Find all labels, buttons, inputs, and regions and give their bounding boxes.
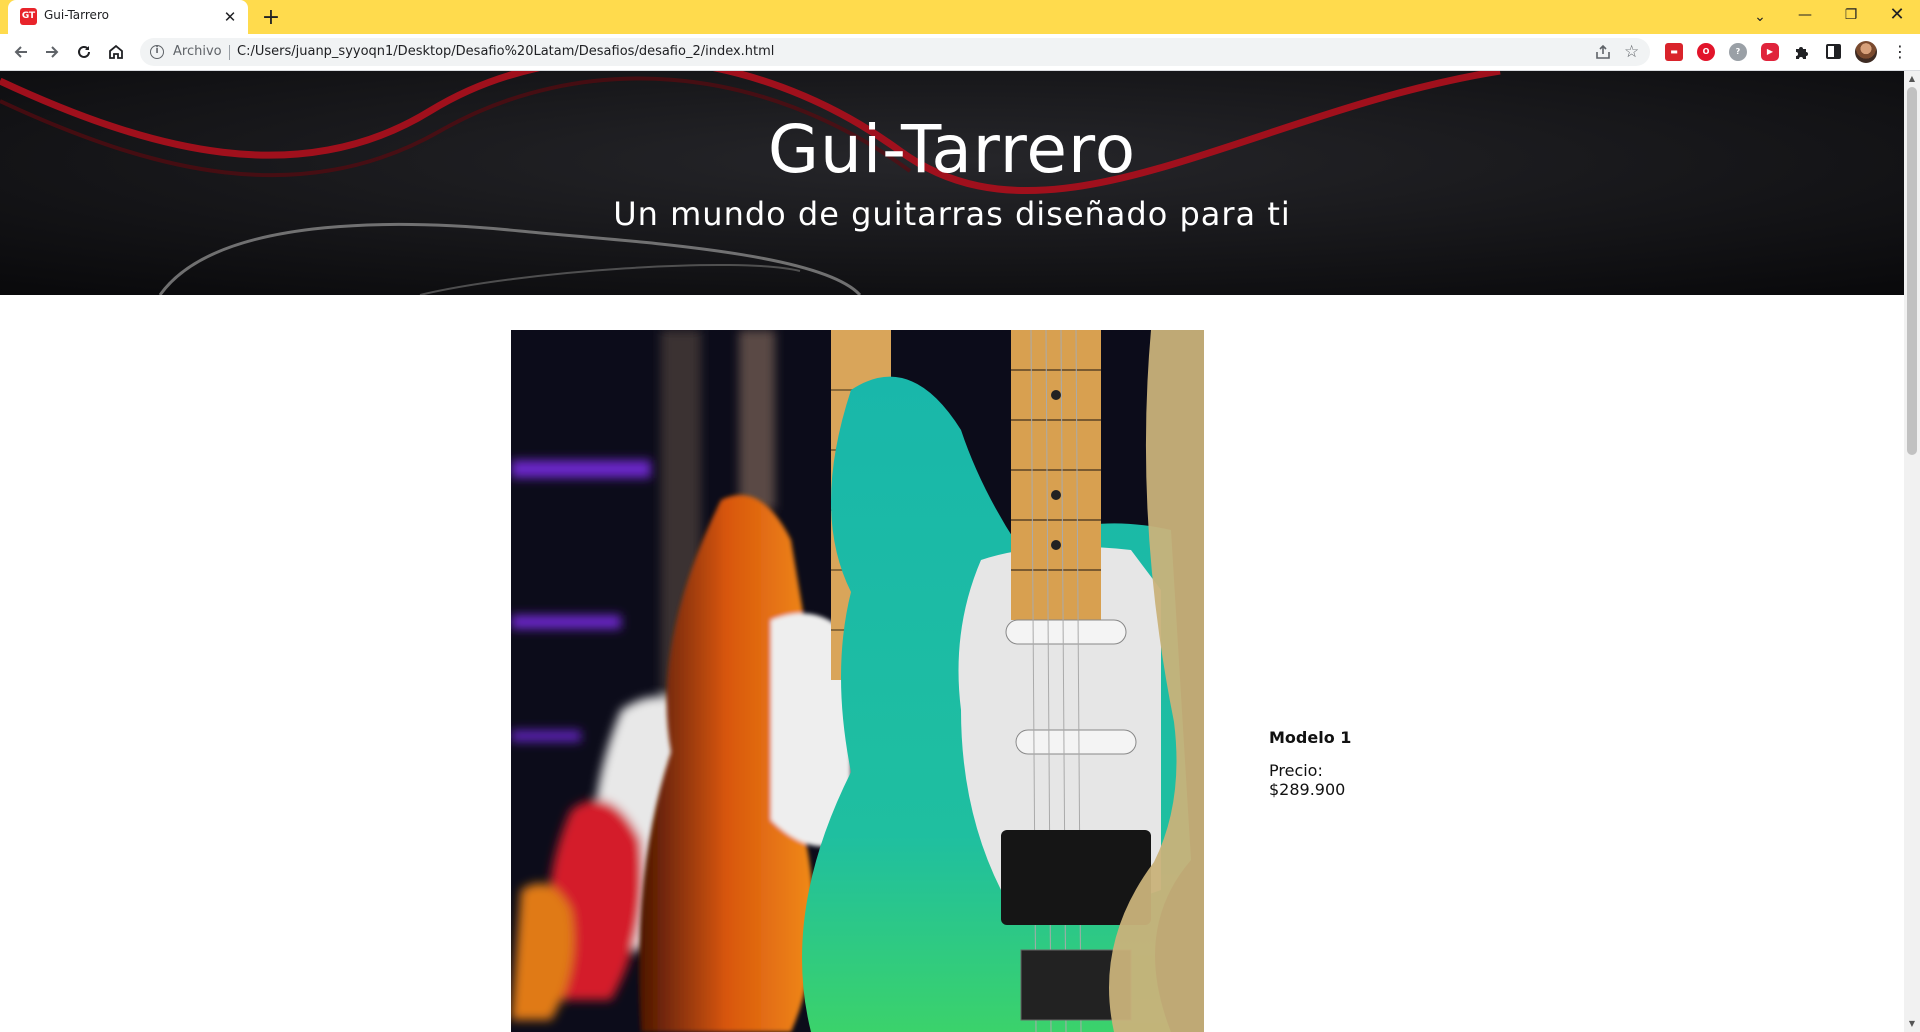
scroll-down-arrow-icon[interactable]: ▼ [1904,1016,1920,1032]
url-text[interactable]: C:/Users/juanp_syyoqn1/Desktop/Desafio%2… [237,44,774,59]
extensions-puzzle-icon[interactable] [1792,42,1812,62]
scroll-up-arrow-icon[interactable]: ▲ [1904,71,1920,87]
tab-close-icon[interactable]: ✕ [220,7,240,27]
site-subtitle: Un mundo de guitarras diseñado para ti [613,195,1291,233]
forward-arrow-icon[interactable] [38,38,66,66]
scrollbar-thumb[interactable] [1907,87,1917,455]
opera-extension-icon[interactable]: O [1697,43,1715,61]
side-panel-icon[interactable] [1826,44,1841,59]
tab-search-chevron-icon[interactable]: ⌄ [1746,3,1774,31]
browser-tab[interactable]: GT Gui-Tarrero ✕ [8,0,248,34]
product-card-info: Modelo 1 Precio: $289.900 [1269,728,1469,799]
omnibox-divider [229,45,230,60]
tab-title: Gui-Tarrero [44,8,109,22]
product-price-label: Precio: [1269,761,1323,780]
scheme-label: Archivo [173,44,222,59]
share-icon[interactable] [1594,43,1612,61]
product-price: $289.900 [1269,780,1346,799]
product-guitar-photo [511,330,1204,1032]
tab-strip: GT Gui-Tarrero ✕ + ⌄ — ❐ ✕ [0,0,1920,34]
new-tab-button[interactable]: + [258,5,284,31]
grey-extension-icon[interactable]: ? [1729,43,1747,61]
site-title: Gui-Tarrero [767,111,1137,188]
vertical-scrollbar[interactable]: ▲ ▼ [1904,71,1920,1032]
red-extension-icon[interactable]: ▬ [1665,43,1683,61]
page-viewport: Gui-Tarrero Un mundo de guitarras diseña… [0,71,1904,1032]
product-name: Modelo 1 [1269,728,1352,747]
minimize-button[interactable]: — [1782,0,1828,30]
bookmark-star-icon[interactable]: ☆ [1624,41,1639,63]
browser-toolbar: i Archivo C:/Users/juanp_syyoqn1/Desktop… [0,34,1920,71]
favicon-icon: GT [20,8,37,25]
hero-banner: Gui-Tarrero Un mundo de guitarras diseña… [0,71,1904,295]
close-window-button[interactable]: ✕ [1874,0,1920,30]
restore-button[interactable]: ❐ [1828,0,1874,30]
reload-icon[interactable] [70,38,98,66]
profile-avatar[interactable] [1855,41,1877,63]
kebab-menu-icon[interactable]: ⋮ [1890,42,1910,62]
info-icon[interactable]: i [150,45,164,59]
red-play-extension-icon[interactable]: ▶ [1761,43,1779,61]
home-icon[interactable] [102,38,130,66]
back-arrow-icon[interactable] [7,38,35,66]
address-bar[interactable]: i Archivo C:/Users/juanp_syyoqn1/Desktop… [140,38,1650,66]
